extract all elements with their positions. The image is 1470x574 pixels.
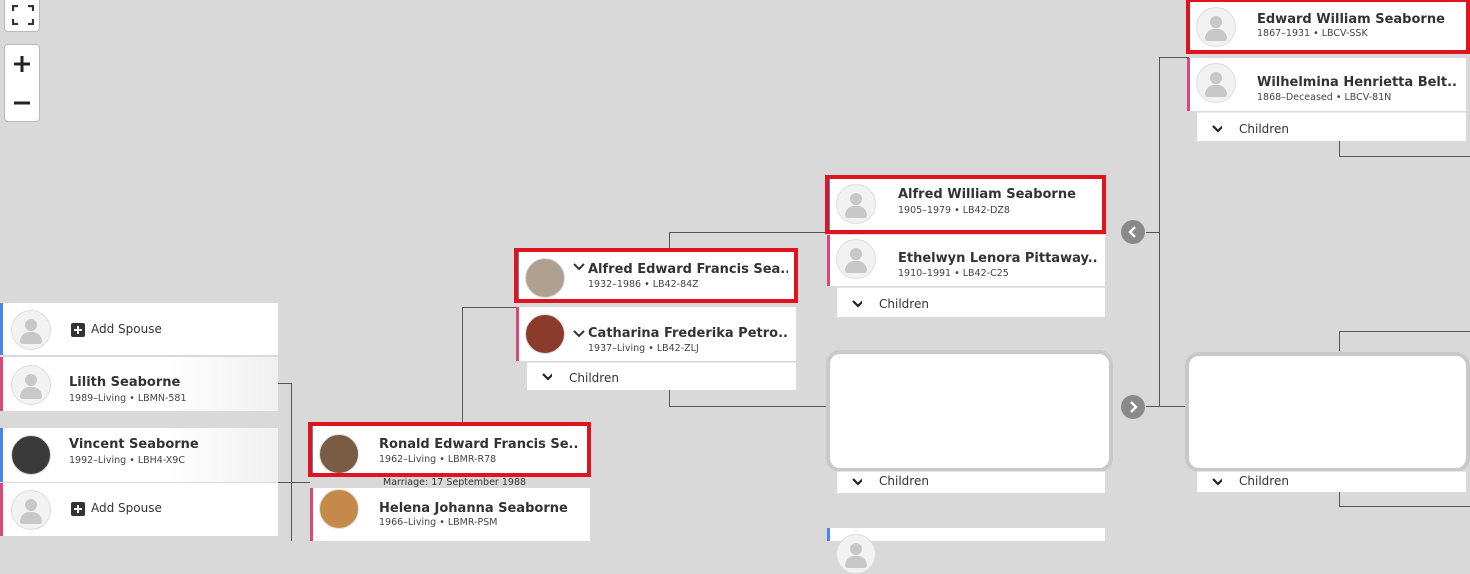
person-card-lilith[interactable]: Lilith Seaborne 1989–Living • LBMN-581 <box>0 357 278 411</box>
highlight-box <box>308 422 591 477</box>
person-card-vincent[interactable]: Vincent Seaborne 1992–Living • LBH4-X9C <box>0 428 278 482</box>
connector <box>1146 406 1186 407</box>
fullscreen-button[interactable] <box>4 0 40 32</box>
add-spouse-card[interactable]: Add Spouse <box>0 303 278 355</box>
person-name: Wilhelmina Henrietta Belt... <box>1257 75 1457 90</box>
children-label: Children <box>569 371 619 385</box>
connector <box>669 232 829 233</box>
highlight-box <box>1186 0 1470 54</box>
avatar <box>11 365 51 405</box>
person-card-ethelwyn[interactable]: Ethelwyn Lenora Pittaway... 1910–1991 • … <box>827 235 1105 286</box>
connector <box>1339 331 1470 332</box>
person-meta: 1989–Living • LBMN-581 <box>69 393 187 404</box>
minus-icon <box>14 101 30 105</box>
highlight-box <box>514 248 798 303</box>
zoom-in-button[interactable] <box>5 45 39 83</box>
chevron-down-icon <box>1212 125 1222 133</box>
connector <box>462 307 463 423</box>
person-meta: 1966–Living • LBMR-PSM <box>379 517 498 528</box>
person-card-catharina[interactable]: Catharina Frederika Petro... 1937–Living… <box>516 307 796 361</box>
collapse-left-button[interactable] <box>1121 220 1145 244</box>
chevron-down-icon <box>852 300 862 308</box>
avatar <box>836 239 876 279</box>
connector <box>291 383 292 541</box>
add-spouse-card[interactable]: Add Spouse <box>0 483 278 536</box>
person-meta: 1937–Living • LB42-ZLJ <box>588 343 699 354</box>
zoom-controls <box>4 44 40 122</box>
children-label: Children <box>1239 474 1289 488</box>
avatar <box>836 534 876 574</box>
chevron-down-icon <box>573 330 585 338</box>
chevron-down-icon <box>852 478 862 486</box>
person-meta: 1992–Living • LBH4-X9C <box>69 455 185 466</box>
connector <box>1339 331 1340 351</box>
plus-icon <box>14 56 30 72</box>
person-name: Ethelwyn Lenora Pittaway... <box>898 251 1098 266</box>
children-label: Children <box>879 474 929 488</box>
connector <box>462 307 516 308</box>
person-card-wilhelmina[interactable]: Wilhelmina Henrietta Belt... 1868–Deceas… <box>1187 58 1466 111</box>
connector <box>1339 156 1470 157</box>
connector <box>1159 57 1160 407</box>
chevron-down-icon <box>542 373 552 381</box>
add-icon <box>71 502 85 516</box>
highlight-box <box>825 175 1106 234</box>
connector <box>1159 57 1189 58</box>
chevron-down-icon <box>1212 478 1222 486</box>
fullscreen-icon <box>12 5 34 25</box>
expand-right-button[interactable] <box>1121 395 1145 419</box>
empty-person-slot[interactable] <box>1185 352 1470 472</box>
connector <box>1339 141 1340 157</box>
person-name: Lilith Seaborne <box>69 375 181 390</box>
person-card-helena[interactable]: Helena Johanna Seaborne 1966–Living • LB… <box>310 488 590 541</box>
zoom-out-button[interactable] <box>5 84 39 122</box>
chevron-left-icon <box>1128 226 1136 238</box>
person-meta: 1868–Deceased • LBCV-81N <box>1257 92 1392 103</box>
connector <box>278 482 310 483</box>
children-label: Children <box>1239 122 1289 136</box>
person-name: Vincent Seaborne <box>69 437 199 452</box>
empty-person-slot[interactable] <box>826 350 1113 472</box>
add-icon <box>71 323 85 337</box>
chevron-right-icon <box>1130 401 1138 413</box>
avatar <box>11 490 51 530</box>
children-toggle[interactable]: Children <box>527 362 796 390</box>
person-name: Helena Johanna Seaborne <box>379 501 568 516</box>
children-toggle[interactable]: Children <box>837 471 1105 493</box>
add-spouse-label: Add Spouse <box>91 322 162 336</box>
avatar <box>1196 63 1236 103</box>
children-toggle[interactable]: Children <box>1197 112 1466 141</box>
children-label: Children <box>879 297 929 311</box>
children-toggle[interactable]: Children <box>837 287 1105 317</box>
person-name: Catharina Frederika Petro... <box>588 326 788 341</box>
connector <box>278 383 292 384</box>
connector <box>1339 490 1340 507</box>
connector <box>669 406 829 407</box>
person-card-partial[interactable] <box>827 528 1105 574</box>
avatar <box>319 489 359 529</box>
marriage-date: Marriage: 17 September 1988 <box>383 477 527 488</box>
person-meta: 1910–1991 • LB42-C25 <box>898 268 1009 279</box>
children-toggle[interactable]: Children <box>1197 471 1466 492</box>
add-spouse-label: Add Spouse <box>91 501 162 515</box>
avatar <box>11 310 51 350</box>
connector <box>1146 232 1160 233</box>
avatar <box>525 314 565 354</box>
connector <box>669 390 670 407</box>
avatar <box>11 435 51 475</box>
connector <box>1339 506 1470 507</box>
